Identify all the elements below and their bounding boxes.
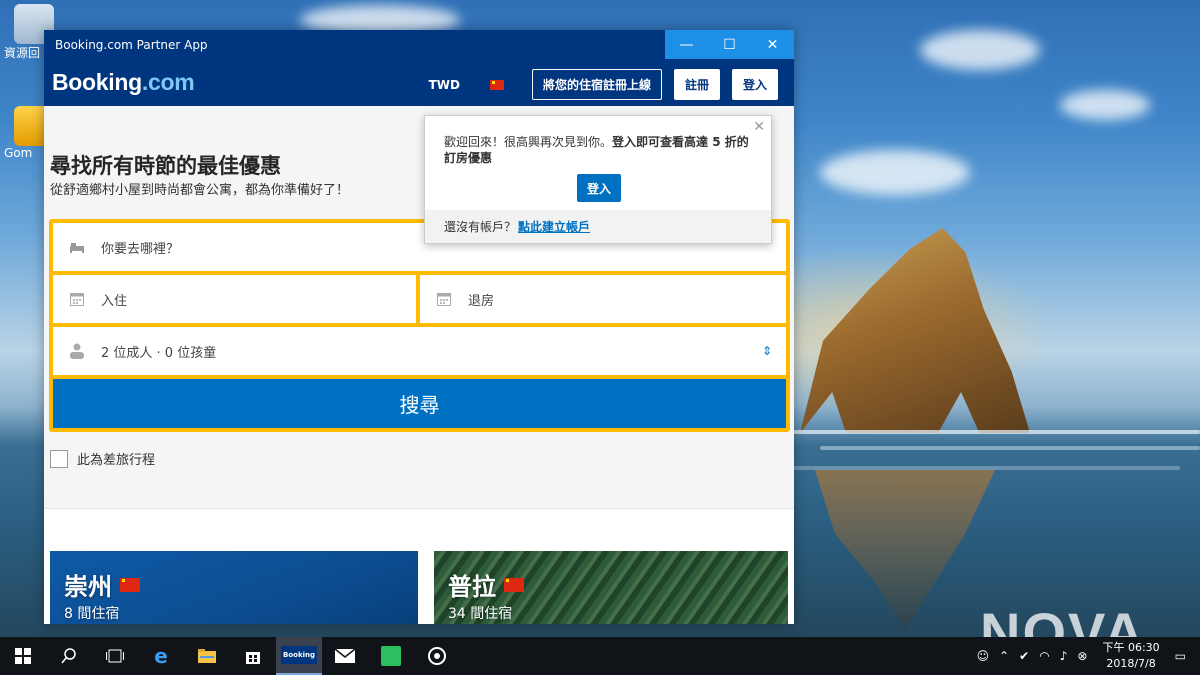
desktop-icon-gom[interactable]: Gom (4, 106, 54, 160)
volume-icon[interactable]: ♪ (1060, 649, 1068, 663)
action-center-icon[interactable]: ▭ (1175, 649, 1186, 663)
people-icon[interactable]: ☺ (977, 649, 990, 663)
window-title: Booking.com Partner App (55, 37, 208, 52)
logo-tld: .com (141, 69, 195, 95)
guests-selector[interactable]: 2 位成人 · 0 位孩童 ⇕ (53, 327, 786, 375)
checkin-field[interactable]: 入住 (53, 275, 416, 323)
destination-placeholder: 你要去哪裡？ (101, 241, 180, 257)
system-tray: ☺ ⌃ ✔ ◠ ♪ ⊗ 下午 06:30 2018/7/8 ▭ (972, 637, 1200, 675)
file-explorer-icon[interactable] (184, 637, 230, 675)
close-window-button[interactable]: ✕ (751, 30, 794, 59)
no-account-text: 還沒有帳戶？ (444, 220, 517, 234)
clock[interactable]: 下午 06:30 2018/7/8 (1102, 640, 1159, 672)
business-trip-checkbox[interactable] (50, 449, 68, 468)
search-form: 你要去哪裡？ 入住 退房 2 位成人 · 0 位孩童 ⇕ 搜尋 (49, 219, 790, 432)
popup-message: 歡迎回來！很高興再次見到你。登入即可查看高達 5 折的訂房優惠 (444, 134, 749, 166)
language-flag-icon[interactable] (489, 79, 504, 90)
desktop-icon-label: 資源回 (4, 46, 41, 60)
start-windows-icon[interactable] (0, 637, 46, 675)
cloud (1060, 90, 1150, 120)
popup-message-plain: 歡迎回來！很高興再次見到你。 (444, 135, 613, 149)
header-actions: TWD 將您的住宿註冊上線 註冊 登入 (429, 69, 778, 100)
destination-name: 崇州 (64, 573, 112, 601)
booking-app-taskbar-icon[interactable]: Booking (276, 637, 322, 675)
close-icon[interactable]: ✕ (753, 119, 765, 135)
list-property-button[interactable]: 將您的住宿註冊上線 (531, 69, 662, 100)
calendar-icon (436, 292, 452, 306)
destination-count: 34 間住宿 (448, 606, 513, 622)
checkout-label: 退房 (468, 293, 495, 309)
wave (820, 446, 1200, 450)
wifi-icon[interactable]: ◠ (1039, 649, 1049, 663)
person-icon (69, 343, 85, 359)
wave (780, 466, 1180, 470)
popup-login-button[interactable]: 登入 (577, 174, 621, 202)
business-trip-label: 此為差旅行程 (77, 453, 156, 468)
create-account-link[interactable]: 點此建立帳戶 (518, 218, 590, 235)
task-view-icon[interactable] (92, 637, 138, 675)
evernote-icon[interactable] (368, 637, 414, 675)
taskbar: e Booking ☺ ⌃ ✔ ◠ ♪ ⊗ 下午 06:30 2018/7/8 … (0, 637, 1200, 675)
register-button[interactable]: 註冊 (673, 69, 720, 100)
destination-card[interactable]: 普拉 34 間住宿 (434, 551, 788, 624)
window-controls: — ☐ ✕ (665, 30, 794, 59)
search-icon[interactable] (46, 637, 92, 675)
rock-formation (800, 228, 1030, 433)
clock-time: 下午 06:30 (1102, 641, 1160, 654)
chevron-updown-icon: ⇕ (761, 344, 772, 358)
sign-in-button[interactable]: 登入 (731, 69, 778, 100)
destination-name-row: 普拉 (448, 567, 524, 602)
destination-count: 8 間住宿 (64, 606, 120, 622)
desktop-icon-recycle-bin[interactable]: 資源回 (4, 4, 54, 61)
notification-close-icon[interactable]: ⊗ (1077, 649, 1087, 663)
currency-selector[interactable]: TWD (429, 78, 460, 92)
china-flag-icon (504, 577, 524, 592)
cloud (920, 30, 1040, 70)
guests-value: 2 位成人 · 0 位孩童 (101, 345, 217, 361)
store-icon[interactable] (230, 637, 276, 675)
destination-name: 普拉 (448, 573, 496, 601)
search-button[interactable]: 搜尋 (53, 379, 786, 428)
clock-date: 2018/7/8 (1106, 657, 1156, 670)
rock-reflection (815, 470, 995, 630)
maximize-button[interactable]: ☐ (708, 30, 751, 59)
booking-app-label: Booking (280, 646, 317, 664)
window-titlebar[interactable]: Booking.com Partner App — ☐ ✕ (44, 30, 794, 59)
calendar-icon (69, 292, 85, 306)
chevron-up-icon[interactable]: ⌃ (999, 649, 1009, 663)
wave (780, 430, 1200, 434)
app-header: Booking.com TWD 將您的住宿註冊上線 註冊 登入 (44, 59, 794, 106)
sign-in-popup: ✕ 歡迎回來！很高興再次見到你。登入即可查看高達 5 折的訂房優惠 登入 還沒有… (424, 115, 772, 244)
norton-icon[interactable]: ✔ (1019, 649, 1029, 663)
cloud (820, 150, 970, 195)
checkin-label: 入住 (101, 293, 128, 309)
booking-logo[interactable]: Booking.com (52, 69, 195, 96)
popup-footer: 還沒有帳戶？ 點此建立帳戶 (425, 210, 771, 243)
edge-browser-icon[interactable]: e (138, 637, 184, 675)
desktop-icon-label: Gom (4, 146, 33, 160)
mail-icon[interactable] (322, 637, 368, 675)
business-trip-option[interactable]: 此為差旅行程 (50, 449, 155, 468)
logo-main: Booking (52, 69, 142, 95)
china-flag-icon (120, 577, 140, 592)
hero-title: 尋找所有時節的最佳優惠 (50, 154, 281, 178)
media-player-icon[interactable] (414, 637, 460, 675)
checkout-field[interactable]: 退房 (420, 275, 786, 323)
destination-name-row: 崇州 (64, 567, 140, 602)
minimize-button[interactable]: — (665, 30, 708, 59)
destination-card[interactable]: 崇州 8 間住宿 (50, 551, 418, 624)
bed-icon (69, 240, 85, 254)
hero-subtitle: 從舒適鄉村小屋到時尚都會公寓，都為你準備好了！ (50, 183, 350, 198)
